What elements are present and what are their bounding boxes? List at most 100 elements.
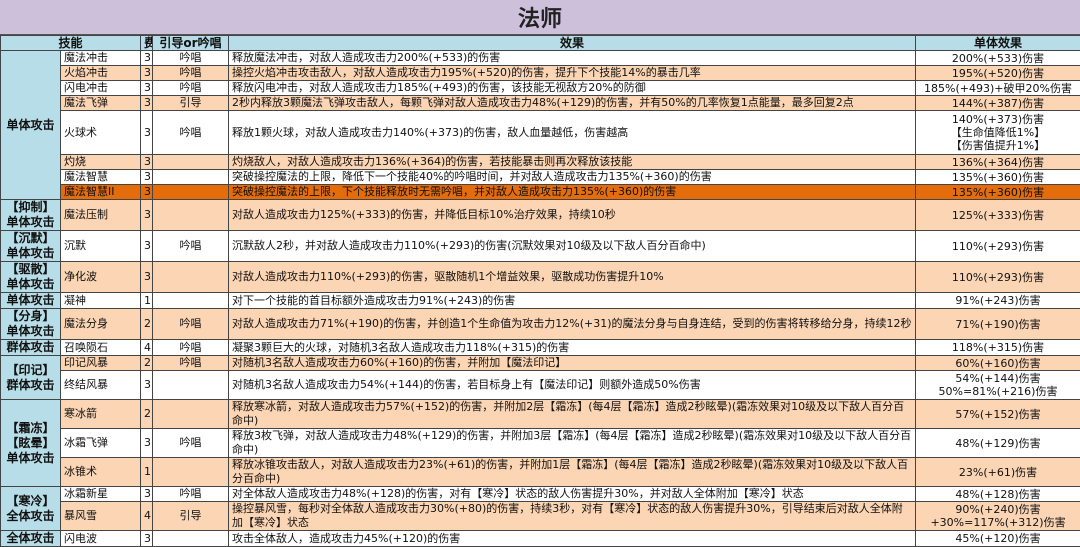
single-target-effect: 110%(+293)伤害 bbox=[916, 231, 1080, 262]
skill-name: 终结风暴 bbox=[61, 371, 141, 400]
cast-mode: 吟唱 bbox=[153, 309, 229, 340]
category-label: 【霜冻】【眩晕】单体攻击 bbox=[1, 400, 61, 487]
skill-cost: 3 bbox=[141, 51, 153, 66]
table-row: 魔法智慧II3突破操控魔法的上限，下个技能释放时无需吟唱，并对敌人造成攻击力13… bbox=[1, 185, 1080, 200]
single-effect-line: 195%(+520)伤害 bbox=[919, 67, 1077, 80]
skill-cost: 3 bbox=[141, 185, 153, 200]
single-target-effect: 135%(+360)伤害 bbox=[916, 185, 1080, 200]
table-row: 【寒冷】全体攻击冰霜新星3吟唱对全体敌人造成攻击力48%(+128)的伤害，对有… bbox=[1, 487, 1080, 502]
table-row: 单体攻击魔法冲击3吟唱释放魔法冲击，对敌人造成攻击力200%(+533)的伤害2… bbox=[1, 51, 1080, 66]
cast-mode bbox=[153, 400, 229, 429]
skill-cost: 3 bbox=[141, 170, 153, 185]
skill-effect: 对下一个技能的首目标额外造成攻击力91%(+243)的伤害 bbox=[229, 293, 916, 309]
header-single-effect: 单体效果 bbox=[916, 36, 1080, 51]
skill-cost: 1 bbox=[141, 458, 153, 487]
header-mode: 引导or吟唱 bbox=[153, 36, 229, 51]
cast-mode bbox=[153, 371, 229, 400]
table-row: 火球术3吟唱释放1颗火球，对敌人造成攻击力140%(+373)的伤害，敌人血量越… bbox=[1, 111, 1080, 155]
single-effect-line: 135%(+360)伤害 bbox=[919, 186, 1077, 199]
table-row: 【驱散】单体攻击净化波3对敌人造成攻击力110%(+293)的伤害，驱散随机1个… bbox=[1, 262, 1080, 293]
skill-name: 魔法智慧 bbox=[61, 170, 141, 185]
skill-effect: 释放冰锥攻击敌人，对敌人造成攻击力23%(+61)的伤害，并附加1层【霜冻】(每… bbox=[229, 458, 916, 487]
single-target-effect: 125%(+333)伤害 bbox=[916, 200, 1080, 231]
skill-name: 净化波 bbox=[61, 262, 141, 293]
cast-mode bbox=[153, 262, 229, 293]
skill-name: 冰霜新星 bbox=[61, 487, 141, 502]
cast-mode: 吟唱 bbox=[153, 51, 229, 66]
single-effect-line: 57%(+152)伤害 bbox=[919, 408, 1077, 421]
single-effect-line: 45%(+120)伤害 bbox=[919, 532, 1077, 545]
single-effect-line: 90%(+240)伤害 bbox=[919, 503, 1077, 516]
skill-cost: 3 bbox=[141, 200, 153, 231]
single-target-effect: 135%(+360)伤害 bbox=[916, 170, 1080, 185]
skill-cost: 3 bbox=[141, 66, 153, 81]
single-effect-line: +30%=117%(+312)伤害 bbox=[919, 516, 1077, 529]
skill-name: 暴风雪 bbox=[61, 502, 141, 531]
single-effect-line: 50%=81%(+216)伤害 bbox=[919, 385, 1077, 398]
skill-effect: 操控暴风雪，每秒对全体敌人造成攻击力30%(+80)的伤害，持续3秒，对有【寒冷… bbox=[229, 502, 916, 531]
skill-effect: 2秒内释放3颗魔法飞弹攻击敌人，每颗飞弹对敌人造成攻击力48%(+129)的伤害… bbox=[229, 96, 916, 111]
single-effect-line: 【伤害值提升1%】 bbox=[919, 139, 1077, 152]
table-row: 火焰冲击3吟唱操控火焰冲击攻击敌人，对敌人造成攻击力195%(+520)的伤害，… bbox=[1, 66, 1080, 81]
header-skill: 技能 bbox=[1, 36, 141, 51]
category-label: 【印记】群体攻击 bbox=[1, 356, 61, 400]
single-target-effect: 200%(+533)伤害 bbox=[916, 51, 1080, 66]
single-target-effect: 90%(+240)伤害+30%=117%(+312)伤害 bbox=[916, 502, 1080, 531]
cast-mode bbox=[153, 185, 229, 200]
skill-effect: 释放3枚飞弹，对敌人造成攻击力48%(+129)的伤害，并附加3层【霜冻】(每4… bbox=[229, 429, 916, 458]
skill-effect: 操控火焰冲击攻击敌人，对敌人造成攻击力195%(+520)的伤害，提升下个技能1… bbox=[229, 66, 916, 81]
skill-cost: 3 bbox=[141, 262, 153, 293]
single-effect-line: 54%(+144)伤害 bbox=[919, 372, 1077, 385]
single-effect-line: 125%(+333)伤害 bbox=[919, 209, 1077, 222]
single-effect-line: 118%(+315)伤害 bbox=[919, 341, 1077, 354]
header-row: 技能 费 引导or吟唱 效果 单体效果 bbox=[1, 36, 1080, 51]
cast-mode bbox=[153, 293, 229, 309]
category-label: 全体攻击 bbox=[1, 531, 61, 547]
skill-effect: 突破操控魔法的上限，降低下一个技能40%的吟唱时间，并对敌人造成攻击力135%(… bbox=[229, 170, 916, 185]
skill-effect: 释放魔法冲击，对敌人造成攻击力200%(+533)的伤害 bbox=[229, 51, 916, 66]
single-target-effect: 140%(+373)伤害【生命值降低1%】【伤害值提升1%】 bbox=[916, 111, 1080, 155]
skill-name: 魔法分身 bbox=[61, 309, 141, 340]
skill-name: 魔法冲击 bbox=[61, 51, 141, 66]
header-fee: 费 bbox=[141, 36, 153, 51]
skill-cost: 3 bbox=[141, 231, 153, 262]
cast-mode bbox=[153, 155, 229, 170]
table-row: 闪电冲击3吟唱释放闪电冲击，对敌人造成攻击力185%(+493)的伤害，该技能无… bbox=[1, 81, 1080, 96]
skill-effect: 对敌人造成攻击力71%(+190)的伤害，并创造1个生命值为攻击力12%(+31… bbox=[229, 309, 916, 340]
skill-cost: 3 bbox=[141, 111, 153, 155]
cast-mode: 吟唱 bbox=[153, 487, 229, 502]
skill-effect: 对敌人造成攻击力110%(+293)的伤害，驱散随机1个增益效果，驱散成功伤害提… bbox=[229, 262, 916, 293]
single-effect-line: 135%(+360)伤害 bbox=[919, 171, 1077, 184]
skill-name: 闪电波 bbox=[61, 531, 141, 547]
skill-name: 魔法飞弹 bbox=[61, 96, 141, 111]
cast-mode bbox=[153, 200, 229, 231]
skill-name: 沉默 bbox=[61, 231, 141, 262]
skill-cost: 4 bbox=[141, 340, 153, 356]
skill-cost: 3 bbox=[141, 487, 153, 502]
category-label: 【分身】单体攻击 bbox=[1, 309, 61, 340]
skill-effect: 凝聚3颗巨大的火球，对随机3名敌人造成攻击力118%(+315)的伤害 bbox=[229, 340, 916, 356]
category-label: 【抑制】单体攻击 bbox=[1, 200, 61, 231]
skill-effect: 灼烧敌人，对敌人造成攻击力136%(+364)的伤害，若技能暴击则再次释放该技能 bbox=[229, 155, 916, 170]
category-label: 单体攻击 bbox=[1, 51, 61, 200]
single-target-effect: 23%(+61)伤害 bbox=[916, 458, 1080, 487]
single-effect-line: 71%(+190)伤害 bbox=[919, 318, 1077, 331]
skill-name: 召唤陨石 bbox=[61, 340, 141, 356]
table-row: 【印记】群体攻击印记风暴2吟唱对随机3名敌人造成攻击力60%(+160)的伤害，… bbox=[1, 356, 1080, 371]
cast-mode: 吟唱 bbox=[153, 429, 229, 458]
skill-cost: 3 bbox=[141, 155, 153, 170]
skill-cost: 3 bbox=[141, 371, 153, 400]
skill-cost: 2 bbox=[141, 309, 153, 340]
cast-mode: 吟唱 bbox=[153, 111, 229, 155]
single-effect-line: 136%(+364)伤害 bbox=[919, 156, 1077, 169]
single-target-effect: 144%(+387)伤害 bbox=[916, 96, 1080, 111]
skill-effect: 释放闪电冲击，对敌人造成攻击力185%(+493)的伤害，该技能无视敌方20%的… bbox=[229, 81, 916, 96]
skill-cost: 2 bbox=[141, 400, 153, 429]
skill-name: 凝神 bbox=[61, 293, 141, 309]
table-row: 【霜冻】【眩晕】单体攻击寒冰箭2释放寒冰箭，对敌人造成攻击力57%(+152)的… bbox=[1, 400, 1080, 429]
cast-mode bbox=[153, 531, 229, 547]
skill-rows: 单体攻击魔法冲击3吟唱释放魔法冲击，对敌人造成攻击力200%(+533)的伤害2… bbox=[1, 51, 1080, 547]
single-effect-line: 23%(+61)伤害 bbox=[919, 466, 1077, 479]
cast-mode: 吟唱 bbox=[153, 231, 229, 262]
single-target-effect: 136%(+364)伤害 bbox=[916, 155, 1080, 170]
